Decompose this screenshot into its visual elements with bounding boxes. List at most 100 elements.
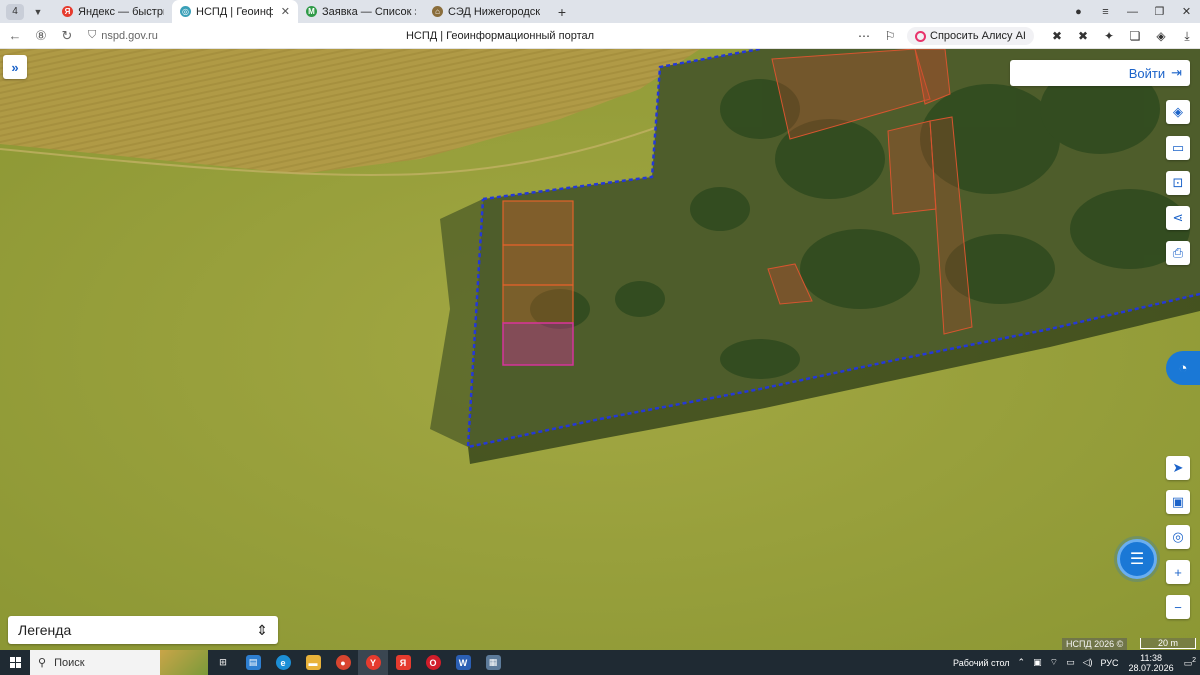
search-icon: ⚲ [38,657,47,669]
network-drive-icon[interactable]: ▣ [1029,657,1046,668]
assistant-side-tab[interactable]: ◔ [1166,351,1200,385]
minimap-button[interactable]: ▣ [1166,490,1190,514]
search-placeholder: Поиск [54,656,85,669]
zoom-in-button[interactable]: + [1166,560,1190,584]
map-copyright: НСПД 2026 © [1062,638,1128,650]
url-field[interactable]: ⛉ nspd.gov.ru [88,29,158,42]
share-button[interactable]: ⋖ [1166,206,1190,230]
cadastral-parcel[interactable] [887,120,937,215]
wifi-icon[interactable]: ⌔ [1046,657,1062,668]
back-icon[interactable]: ← [2,28,28,43]
ruler-icon: ▭ [1171,140,1185,155]
zoom-out-button[interactable]: − [1166,595,1190,619]
taskbar-app-yandex-browser[interactable]: Y [358,650,388,675]
measure-button[interactable]: ▭ [1166,136,1190,160]
start-button[interactable] [0,657,30,668]
taskbar-app-opera[interactable]: O [418,650,448,675]
taskbar-app-explorer[interactable]: ▬ [298,650,328,675]
volume-icon[interactable]: ◁) [1079,657,1097,668]
satellite-map-layer[interactable] [0,49,1200,650]
close-tab-icon[interactable]: ✕ [281,5,290,18]
clock-time: 11:38 [1140,652,1162,663]
taskbar-app-yandex[interactable]: Я [388,650,418,675]
battery-icon[interactable]: ▭ [1062,657,1079,668]
notifications-icon[interactable]: ▭2 [1180,657,1200,669]
yandex-browser-icon: Y [365,655,381,670]
taskbar-app-edge[interactable]: e [268,650,298,675]
map-scale-bar: 20 m [1140,638,1196,649]
language-indicator[interactable]: РУС [1097,658,1123,668]
taskbar-app-other[interactable]: ▦ [478,650,508,675]
taskbar-app-monitor[interactable]: ▤ [238,650,268,675]
notification-count: 2 [1192,656,1196,664]
tab-zayavka[interactable]: M Заявка — Список заявок [298,0,424,23]
layers-button[interactable]: ◈ [1166,100,1190,124]
taskbar-app-word[interactable]: W [448,650,478,675]
tab-list-chevron-icon[interactable]: ▼ [30,4,46,20]
url-text: nspd.gov.ru [101,29,158,42]
cadastral-parcel[interactable] [502,200,574,246]
address-bar: ← ⑧ ↻ ⛉ nspd.gov.ru НСПД | Геоинформацио… [0,23,1200,49]
downloads-icon[interactable]: ⤓ [1174,29,1200,44]
cadastral-parcel[interactable] [502,284,574,324]
minus-icon: − [1174,599,1182,615]
reload-icon[interactable]: ↻ [54,28,80,44]
site-protect-icon[interactable]: ⑧ [28,28,54,44]
select-area-button[interactable]: ⊡ [1166,171,1190,195]
sed-favicon-icon: ⌂ [432,6,443,17]
task-view-button[interactable]: ⊞ [208,650,238,675]
location-arrow-icon: ➤ [1172,460,1184,475]
clock[interactable]: 11:38 28.07.2026 [1123,653,1180,673]
expand-updown-icon: ⇕ [256,621,268,638]
task-view-icon: ⊞ [219,657,227,667]
nspd-favicon-icon: ◎ [180,6,191,17]
tab-nspd[interactable]: ◎ НСПД | Геоинформацио ✕ [172,0,298,23]
map-canvas[interactable]: » Войти ⇥ ◈ ▭ ⊡ ⋖ ⎙ ◔ ➤ ▣ ◎ + − ☰ Легенд… [0,49,1200,650]
layers-icon: ◈ [1173,104,1183,119]
mail-favicon-icon: M [306,6,317,17]
chat-bubble-icon: ◔ [1178,359,1188,377]
cadastral-parcel[interactable] [502,244,574,286]
tab-yandex[interactable]: Я Яндекс — быстрый поиск [54,0,172,23]
tab-title: Яндекс — быстрый поиск [78,5,164,18]
menu-icon[interactable]: ≡ [1092,6,1119,18]
geolocation-button[interactable]: ➤ [1166,456,1190,480]
login-button[interactable]: Войти ⇥ [1010,60,1190,86]
bookmark-icon[interactable]: ⚐ [877,29,903,43]
legend-label: Легенда [18,622,72,638]
print-button[interactable]: ⎙ [1166,241,1190,265]
restore-icon[interactable]: ❐ [1146,5,1173,18]
lock-icon: ⛉ [88,29,97,41]
more-icon[interactable]: ⋯ [851,29,877,43]
ask-alice-button[interactable]: Спросить Алису AI [907,27,1034,45]
edge-icon: e [275,655,291,670]
extension-icon[interactable]: ✖ [1044,29,1070,43]
page-title: НСПД | Геоинформационный портал [405,29,595,42]
taskbar-app-chrome[interactable]: ● [328,650,358,675]
cadastral-parcel-selected[interactable] [502,322,574,366]
legend-toggle[interactable]: Легенда ⇕ [8,616,278,644]
login-label: Войти [1128,65,1166,81]
extension-icon[interactable]: ✖ [1070,29,1096,43]
chevron-up-icon[interactable]: ⌃ [1014,657,1030,668]
tab-title: НСПД | Геоинформацио [196,5,273,18]
expand-panel-button[interactable]: » [3,55,27,79]
minimize-icon[interactable]: — [1119,6,1146,18]
yandex-icon: Я [395,655,411,670]
vpn-icon[interactable]: ◈ [1148,29,1174,43]
taskbar-search[interactable]: ⚲ Поиск [30,650,208,675]
close-window-icon[interactable]: ✕ [1173,5,1200,18]
collections-icon[interactable]: ❏ [1122,29,1148,43]
search-highlight-image [160,650,208,675]
desktop-label[interactable]: Рабочий стол [949,658,1014,668]
clock-date: 28.07.2026 [1128,662,1174,673]
search-point-button[interactable]: ◎ [1166,525,1190,549]
new-tab-button[interactable]: + [554,4,570,20]
tab-sed[interactable]: ⌂ СЭД Нижегородская обл [424,0,548,23]
profile-icon[interactable]: ● [1065,6,1092,18]
window-controls: ● ≡ — ❐ ✕ [1065,0,1200,23]
extensions-puzzle-icon[interactable]: ✦ [1096,29,1122,43]
tab-count-badge[interactable]: 4 [6,3,24,20]
chat-button[interactable]: ☰ [1117,539,1157,579]
browser-tabstrip: 4 ▼ Я Яндекс — быстрый поиск ◎ НСПД | Ге… [0,0,1200,23]
